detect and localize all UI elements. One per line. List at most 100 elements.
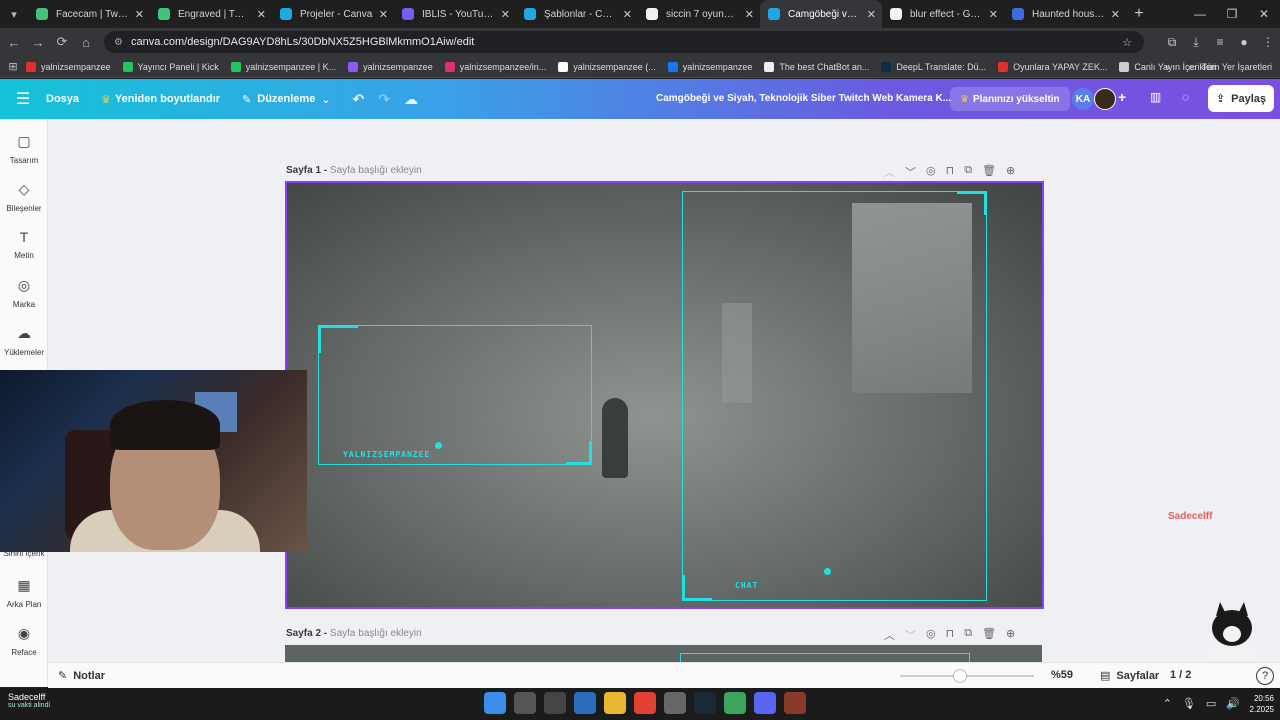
sidebar-item-elements[interactable]: ◇ Bileşenler — [0, 181, 48, 213]
user-avatar-photo[interactable] — [1094, 88, 1116, 110]
browser-tab[interactable]: Haunted house in g ✕ — [1004, 0, 1126, 28]
network-icon[interactable]: ▭ — [1206, 697, 1216, 710]
hamburger-menu-icon[interactable]: ☰ — [0, 89, 46, 109]
notes-button[interactable]: ✎ Notlar — [58, 669, 105, 683]
browser-tab[interactable]: blur effect - Google ✕ — [882, 0, 1004, 28]
undo-icon[interactable]: ↶ — [353, 91, 365, 108]
zoom-slider-thumb[interactable] — [953, 669, 968, 683]
reload-icon[interactable]: ⟳ — [50, 34, 74, 50]
hide-icon[interactable]: ◎ — [926, 627, 936, 643]
all-bookmarks-link[interactable]: Tüm Yer İşaretleri — [1201, 62, 1272, 72]
sidebar-item-text[interactable]: T Metin — [0, 229, 48, 260]
bookmark-item[interactable]: DeepL Translate: Dü... — [881, 61, 986, 72]
bookmark-item[interactable]: Oyunlara YAPAY ZEK... — [998, 61, 1107, 72]
back-icon[interactable]: ← — [2, 35, 26, 50]
duplicate-icon[interactable]: ⧉ — [964, 627, 972, 643]
microphone-icon[interactable]: 🎙 — [1182, 697, 1196, 710]
tab-close-icon[interactable]: ✕ — [745, 8, 754, 21]
comment-icon[interactable]: ◌ — [1182, 90, 1189, 104]
bookmark-item[interactable]: yalnizsempanzee (... — [558, 61, 656, 72]
sidebar-item-uploads[interactable]: ☁ Yüklemeler — [0, 325, 48, 357]
tab-search-icon[interactable]: ▾ — [0, 0, 28, 28]
minimize-icon[interactable]: — — [1184, 0, 1216, 28]
zoom-value[interactable]: %59 — [1051, 669, 1073, 681]
downloads-icon[interactable]: ⤓ — [1184, 35, 1208, 50]
taskbar-clock[interactable]: 20:56 2.2025 — [1250, 693, 1274, 715]
menu-icon[interactable]: ⋮ — [1256, 35, 1280, 49]
share-button[interactable]: ⇪ Paylaş — [1208, 85, 1274, 112]
tab-close-icon[interactable]: ✕ — [867, 8, 876, 21]
close-window-icon[interactable]: ✕ — [1248, 0, 1280, 28]
new-tab-icon[interactable]: + — [1126, 5, 1152, 23]
chrome-profile-icon[interactable] — [724, 692, 746, 714]
tab-close-icon[interactable]: ✕ — [1111, 8, 1120, 21]
discord-icon[interactable] — [754, 692, 776, 714]
app-icon[interactable] — [664, 692, 686, 714]
app-icon[interactable] — [544, 692, 566, 714]
site-info-icon[interactable]: ⚙ — [114, 37, 123, 48]
forward-icon[interactable]: → — [26, 35, 50, 50]
winrar-icon[interactable] — [784, 692, 806, 714]
chevron-down-icon[interactable]: ﹀ — [905, 627, 916, 643]
media-icon[interactable]: ≡ — [1208, 35, 1232, 49]
browser-tab[interactable]: siccin 7 oyuncuları - G ✕ — [638, 0, 760, 28]
tab-close-icon[interactable]: ✕ — [135, 8, 144, 21]
volume-icon[interactable]: 🔊 — [1226, 697, 1240, 710]
bookmark-item[interactable]: yalnizsempanzee/in... — [444, 61, 546, 72]
file-menu-button[interactable]: Dosya — [46, 93, 79, 105]
user-avatar-initials[interactable]: KA — [1072, 88, 1094, 110]
browser-tab[interactable]: Projeler - Canva ✕ — [272, 0, 394, 28]
bookmark-item[interactable]: yalnizsempanzee | K... — [230, 61, 336, 72]
restore-icon[interactable]: ❐ — [1216, 0, 1248, 28]
sidebar-item-background[interactable]: ▦ Arka Plan — [0, 577, 48, 609]
home-icon[interactable]: ⌂ — [74, 35, 98, 50]
sidebar-item-design[interactable]: ▢ Tasarım — [0, 133, 48, 165]
duplicate-icon[interactable]: ⧉ — [964, 164, 972, 180]
chevron-down-icon[interactable]: ﹀ — [905, 164, 916, 180]
help-icon[interactable]: ? — [1256, 667, 1274, 685]
page-2-title-input[interactable]: Sayfa başlığı ekleyin — [330, 628, 422, 639]
bookmark-star-icon[interactable]: ☆ — [1122, 36, 1132, 49]
add-page-icon[interactable]: ⊕ — [1006, 627, 1015, 643]
document-title[interactable]: Camgöbeği ve Siyah, Teknolojik Siber Twi… — [656, 79, 951, 119]
start-icon[interactable] — [484, 692, 506, 714]
bookmark-item[interactable]: yalnizsempanzee — [667, 61, 752, 72]
chevron-up-icon[interactable]: ︿ — [884, 627, 895, 643]
bookmark-item[interactable]: Yayıncı Paneli | Kick — [122, 61, 219, 72]
chevron-up-icon[interactable]: ︿ — [884, 164, 895, 180]
profile-icon[interactable]: ● — [1232, 35, 1256, 49]
extensions-icon[interactable]: ⧉ — [1160, 35, 1184, 50]
tab-close-icon[interactable]: ✕ — [501, 8, 510, 21]
bookmark-item[interactable]: yalnizsempanzee — [26, 61, 111, 72]
apps-icon[interactable]: ⊞ — [0, 60, 26, 73]
lock-icon[interactable]: ⊓ — [946, 164, 955, 180]
browser-tab[interactable]: Facecam | Twitch and ✕ — [28, 0, 150, 28]
cloud-saved-icon[interactable]: ☁ — [404, 91, 418, 108]
chat-frame[interactable]: CHAT — [682, 191, 987, 601]
page-1-title-input[interactable]: Sayfa başlığı ekleyin — [330, 165, 422, 176]
chevron-right-icon[interactable]: » — [1165, 62, 1170, 72]
edit-mode-button[interactable]: ✎ Düzenleme ⌄ — [242, 93, 331, 106]
browser-tab[interactable]: Camgöbeği ve Siyah, ✕ — [760, 0, 882, 28]
page-1-canvas[interactable]: YALNIZSEMPANZEE CHAT — [285, 181, 1044, 609]
tab-close-icon[interactable]: ✕ — [379, 8, 388, 21]
browser-tab[interactable]: İBLİS - YouTube Küçü ✕ — [394, 0, 516, 28]
file-explorer-icon[interactable] — [604, 692, 626, 714]
pages-button[interactable]: ▤ Sayfalar — [1100, 669, 1159, 683]
resize-button[interactable]: ♛ Yeniden boyutlandır — [101, 93, 220, 106]
invite-plus-icon[interactable]: + — [1118, 89, 1126, 105]
bookmark-item[interactable]: yalnizsempanzee — [348, 61, 433, 72]
redo-icon[interactable]: ↷ — [378, 91, 390, 108]
sidebar-item-brand[interactable]: ◎ Marka — [0, 277, 48, 309]
lock-icon[interactable]: ⊓ — [946, 627, 955, 643]
chrome-icon[interactable] — [634, 692, 656, 714]
browser-tab[interactable]: Şablonlar - Canva ✕ — [516, 0, 638, 28]
photos-icon[interactable] — [574, 692, 596, 714]
analytics-icon[interactable]: ▥ — [1150, 90, 1161, 104]
tab-close-icon[interactable]: ✕ — [623, 8, 632, 21]
delete-icon[interactable]: 🗑 — [982, 164, 996, 180]
sidebar-item-reface[interactable]: ◉ Reface — [0, 625, 48, 657]
add-page-icon[interactable]: ⊕ — [1006, 164, 1015, 180]
delete-icon[interactable]: 🗑 — [982, 627, 996, 643]
taskbar-widget[interactable]: Sadecelff su vakti alindi — [8, 692, 50, 709]
